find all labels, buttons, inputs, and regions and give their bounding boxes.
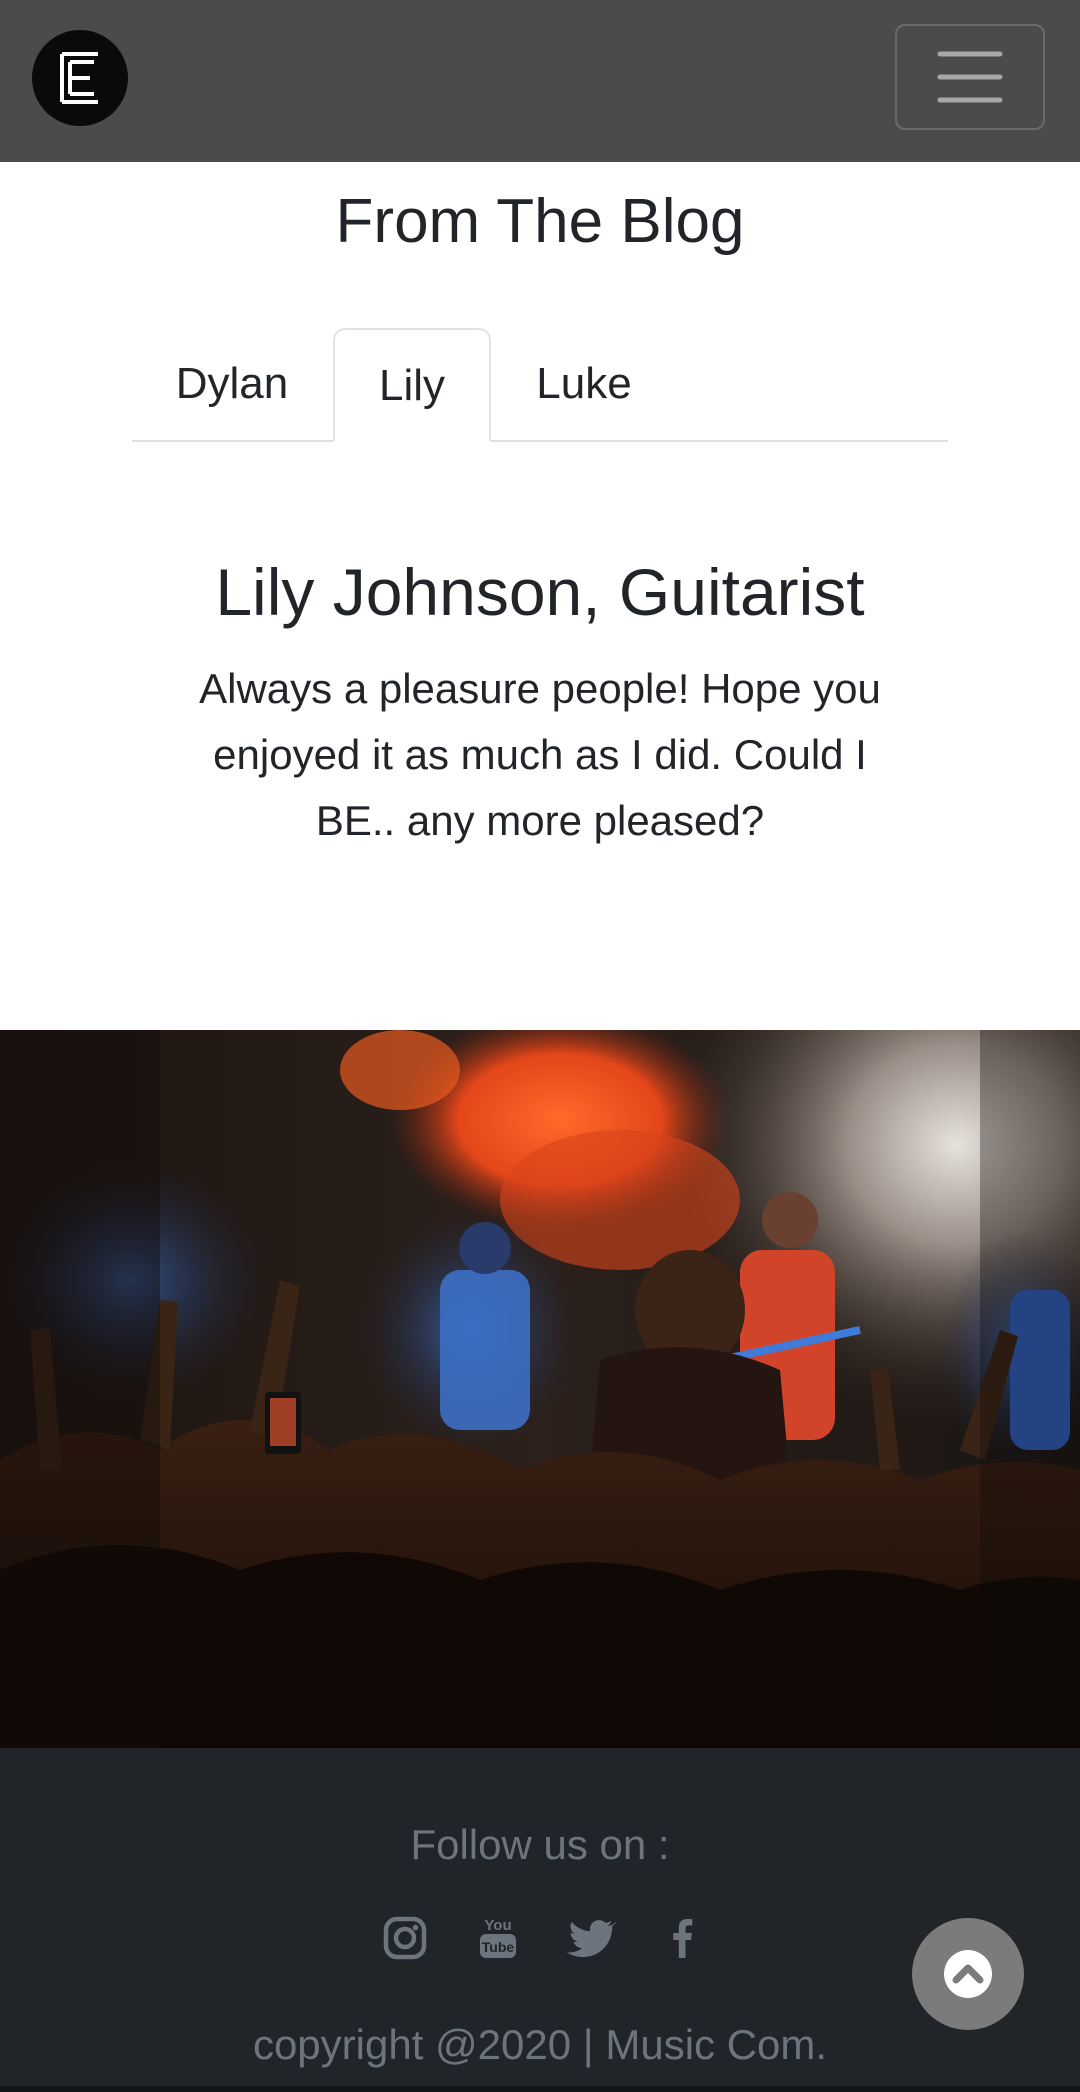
menu-toggle-button[interactable] bbox=[895, 24, 1045, 130]
facebook-icon[interactable] bbox=[656, 1912, 708, 1964]
blog-tabs: Dylan Lily Luke bbox=[132, 328, 948, 442]
follow-label: Follow us on : bbox=[410, 1821, 670, 1868]
post-body: Always a pleasure people! Hope you enjoy… bbox=[199, 665, 881, 844]
twitter-icon[interactable] bbox=[565, 1912, 617, 1964]
instagram-icon[interactable] bbox=[379, 1912, 431, 1964]
chevron-up-circle-icon bbox=[944, 1950, 992, 1998]
svg-text:Tube: Tube bbox=[482, 1939, 515, 1955]
tab-luke[interactable]: Luke bbox=[491, 328, 677, 440]
tab-dylan[interactable]: Dylan bbox=[132, 328, 332, 440]
post-title: Lily Johnson, Guitarist bbox=[215, 555, 865, 629]
navbar bbox=[0, 0, 1080, 162]
logo-e-icon[interactable] bbox=[32, 30, 128, 126]
tab-lily[interactable]: Lily bbox=[333, 328, 491, 442]
hamburger-icon bbox=[937, 51, 1003, 103]
back-to-top-button[interactable] bbox=[912, 1918, 1024, 2030]
bottom-edge bbox=[0, 2086, 1080, 2092]
svg-text:You: You bbox=[484, 1917, 511, 1934]
youtube-icon[interactable]: You Tube bbox=[472, 1912, 524, 1964]
section-title: From The Blog bbox=[335, 187, 745, 256]
concert-crowd-photo bbox=[0, 1030, 1080, 1748]
